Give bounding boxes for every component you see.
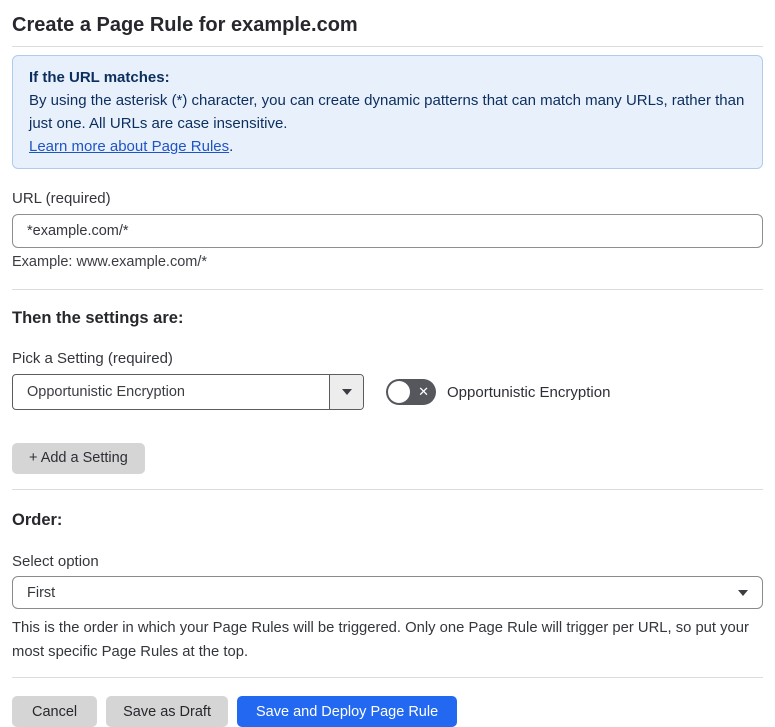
url-section-divider bbox=[12, 289, 763, 290]
title-divider bbox=[12, 46, 763, 47]
url-input[interactable] bbox=[12, 214, 763, 248]
order-section-heading: Order: bbox=[12, 511, 63, 529]
order-select-label: Select option bbox=[12, 553, 99, 570]
footer-actions: Cancel Save as Draft Save and Deploy Pag… bbox=[12, 696, 763, 727]
chevron-down-icon bbox=[341, 389, 352, 395]
add-setting-button[interactable]: + Add a Setting bbox=[12, 443, 145, 474]
setting-dropdown-arrow-button[interactable] bbox=[329, 375, 363, 409]
url-example-hint: Example: www.example.com/* bbox=[12, 254, 208, 270]
order-select-value: First bbox=[27, 584, 56, 601]
info-box-heading: If the URL matches: bbox=[29, 69, 170, 86]
page-title: Create a Page Rule for example.com bbox=[12, 14, 358, 36]
cancel-button[interactable]: Cancel bbox=[12, 696, 98, 727]
settings-section-divider bbox=[12, 489, 763, 490]
save-as-draft-button[interactable]: Save as Draft bbox=[106, 696, 228, 727]
info-box-body: By using the asterisk (*) character, you… bbox=[29, 92, 745, 132]
order-description: This is the order in which your Page Rul… bbox=[12, 620, 749, 660]
order-select[interactable]: First bbox=[12, 576, 763, 609]
link-period: . bbox=[229, 138, 234, 155]
chevron-down-icon bbox=[738, 589, 748, 596]
setting-row: Opportunistic Encryption ✕ Opportunistic… bbox=[12, 374, 763, 410]
pick-setting-label: Pick a Setting (required) bbox=[12, 350, 173, 367]
opportunistic-encryption-toggle[interactable]: ✕ bbox=[386, 379, 436, 405]
setting-dropdown[interactable]: Opportunistic Encryption bbox=[12, 374, 364, 410]
footer-divider bbox=[12, 677, 763, 678]
settings-section-heading: Then the settings are: bbox=[12, 309, 184, 327]
create-page-rule-panel: Create a Page Rule for example.com If th… bbox=[0, 0, 775, 727]
save-and-deploy-button[interactable]: Save and Deploy Page Rule bbox=[236, 696, 458, 727]
url-match-info-box: If the URL matches: By using the asteris… bbox=[12, 55, 763, 169]
url-field-label: URL (required) bbox=[12, 190, 111, 207]
toggle-knob bbox=[388, 381, 410, 403]
learn-more-link[interactable]: Learn more about Page Rules bbox=[29, 138, 229, 155]
setting-dropdown-value: Opportunistic Encryption bbox=[27, 384, 185, 400]
toggle-setting-label: Opportunistic Encryption bbox=[447, 383, 611, 401]
toggle-off-x-icon: ✕ bbox=[418, 384, 429, 400]
info-box-link-line: Learn more about Page Rules. bbox=[29, 135, 746, 158]
